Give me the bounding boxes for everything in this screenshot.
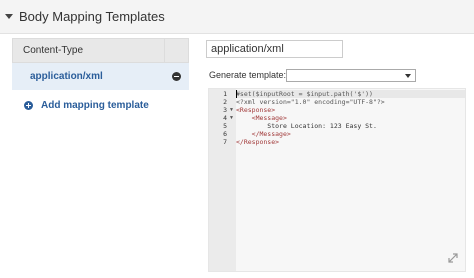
code-line[interactable]: #set($inputRoot = $input.path('$')) xyxy=(236,90,373,98)
code-line[interactable]: <Message> xyxy=(236,114,287,122)
line-number: 2 xyxy=(223,98,227,106)
caret-down-icon[interactable] xyxy=(5,14,13,19)
line-number: 5 xyxy=(223,122,227,130)
plus-circle-icon[interactable] xyxy=(24,101,33,110)
section-header[interactable]: Body Mapping Templates xyxy=(0,0,474,34)
code-line[interactable]: <?xml version="1.0" encoding="UTF-8"?> xyxy=(236,98,385,106)
select-arrow-icon xyxy=(405,74,411,78)
line-number: 7 xyxy=(223,138,227,146)
fold-toggle-icon[interactable]: ▼ xyxy=(229,106,234,114)
line-number: 3 xyxy=(223,106,227,114)
add-mapping-template-link[interactable]: Add mapping template xyxy=(12,98,189,116)
fold-toggle-icon[interactable]: ▼ xyxy=(229,114,234,122)
content-type-panel: Content-Type application/xml Add mapping… xyxy=(12,38,190,278)
content-type-header-label: Content-Type xyxy=(23,45,84,56)
line-number: 4 xyxy=(223,114,227,122)
code-line[interactable]: Store Location: 123 Easy St. xyxy=(236,122,377,130)
content-type-header: Content-Type xyxy=(12,38,189,63)
header-divider xyxy=(164,39,165,62)
text-cursor xyxy=(236,90,237,98)
generate-template-select[interactable] xyxy=(286,69,416,82)
code-line[interactable]: </Response> xyxy=(236,138,279,146)
template-code-editor[interactable]: 1 2 3 ▼ 4 ▼ 5 6 7 #set($inputRoot = $inp… xyxy=(208,88,466,272)
remove-circle-icon[interactable] xyxy=(172,72,181,81)
content-type-row-label[interactable]: application/xml xyxy=(30,71,103,82)
code-line[interactable]: </Message> xyxy=(236,130,291,138)
line-number: 6 xyxy=(223,130,227,138)
line-number: 1 xyxy=(223,90,227,98)
content-type-row[interactable]: application/xml xyxy=(12,63,189,90)
generate-template-label: Generate template: xyxy=(209,70,287,80)
line-number-gutter: 1 2 3 ▼ 4 ▼ 5 6 7 xyxy=(209,89,236,271)
add-mapping-template-label[interactable]: Add mapping template xyxy=(41,100,149,111)
code-line[interactable]: <Response> xyxy=(236,106,275,114)
resize-handle-icon[interactable] xyxy=(447,252,459,264)
section-title: Body Mapping Templates xyxy=(19,9,165,24)
content-type-input[interactable] xyxy=(206,40,343,58)
